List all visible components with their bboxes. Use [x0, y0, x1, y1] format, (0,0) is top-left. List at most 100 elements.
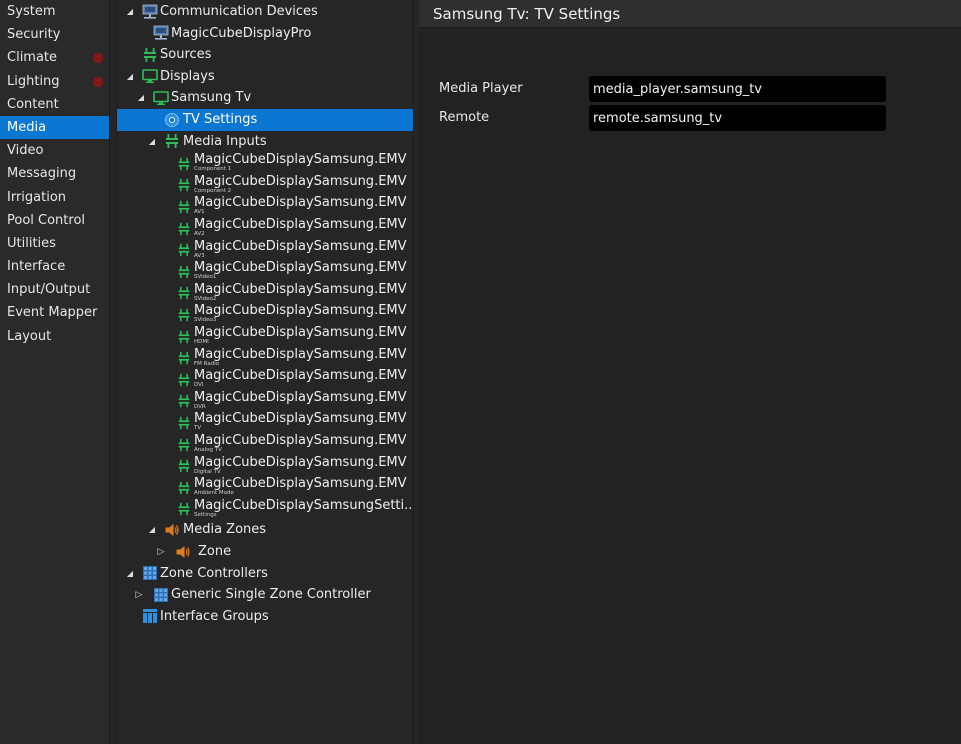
- grid-icon: [141, 565, 158, 582]
- nav-label: Event Mapper: [7, 305, 98, 321]
- nav-item-media[interactable]: Media: [0, 115, 109, 140]
- tree-node-tv-settings[interactable]: TV Settings: [117, 109, 413, 131]
- expand-arrow-icon[interactable]: ◢: [146, 136, 158, 148]
- media-player-input[interactable]: [589, 76, 886, 102]
- media-input-name: MagicCubeDisplaySamsung.EMV: [194, 476, 407, 492]
- nav-item-content[interactable]: Content: [0, 93, 109, 116]
- remote-label: Remote: [439, 110, 490, 125]
- media-input-name: MagicCubeDisplaySamsung.EMV: [194, 346, 407, 362]
- plug-icon: [175, 436, 192, 453]
- media-player-row: Media Player: [419, 76, 961, 102]
- nav-item-input-output[interactable]: Input/Output: [0, 278, 109, 301]
- nav-label: Climate: [7, 50, 58, 66]
- nav-item-security[interactable]: Security: [0, 23, 109, 46]
- tree-node-label: Samsung Tv: [171, 90, 252, 106]
- tree-node-media-zones[interactable]: ◢ Media Zones: [117, 519, 413, 541]
- expand-arrow-icon[interactable]: ◢: [124, 71, 136, 83]
- grid-icon: [152, 586, 169, 603]
- tree-node-label: Interface Groups: [160, 608, 269, 624]
- tree-node-media-input[interactable]: MagicCubeDisplaySamsung.EMV Ambient Mode: [117, 476, 413, 498]
- remote-input[interactable]: [589, 105, 886, 131]
- tree-node-zone-controllers[interactable]: ◢ Zone Controllers: [117, 563, 413, 585]
- collapsed-arrow-icon[interactable]: ▷: [155, 546, 167, 558]
- tree-node-zone[interactable]: ▷ Zone: [117, 541, 413, 563]
- nav-item-climate[interactable]: Climate: [0, 46, 109, 69]
- media-input-name: MagicCubeDisplaySamsung.EMV: [194, 368, 407, 384]
- media-input-label: AV3: [194, 252, 205, 259]
- tree-node-label: MagicCubeDisplayPro: [171, 25, 312, 41]
- nav-label: Irrigation: [7, 189, 67, 205]
- tree-node-media-input[interactable]: MagicCubeDisplaySamsung.EMV AV1: [117, 195, 413, 217]
- status-dot-icon: [93, 53, 103, 64]
- tree-node-generic-zone-controller[interactable]: ▷ Generic Single Zone Controller: [117, 584, 413, 606]
- media-input-label: Digital TV: [194, 468, 221, 475]
- tree-node-media-input[interactable]: MagicCubeDisplaySamsung.EMV Analog TV: [117, 433, 413, 455]
- nav-item-utilities[interactable]: Utilities: [0, 232, 109, 255]
- media-input-label: FM Radio: [194, 360, 220, 367]
- tree-node-media-input[interactable]: MagicCubeDisplaySamsung.EMV SVideo3: [117, 303, 413, 325]
- expand-arrow-icon[interactable]: ◢: [135, 92, 147, 104]
- media-input-name: MagicCubeDisplaySamsung.EMV: [194, 433, 407, 448]
- tree-node-displays[interactable]: ◢ Displays: [117, 66, 413, 88]
- tree-node-media-input[interactable]: MagicCubeDisplaySamsung.EMV SVideo2: [117, 282, 413, 304]
- tree-node-interface-groups[interactable]: Interface Groups: [117, 606, 413, 628]
- tree-node-media-input[interactable]: MagicCubeDisplaySamsung.EMV SVideo1: [117, 260, 413, 282]
- tree-node-media-input[interactable]: MagicCubeDisplaySamsung.EMV Digital TV: [117, 455, 413, 477]
- tree-node-media-input[interactable]: MagicCubeDisplaySamsung.EMV DVI: [117, 368, 413, 390]
- nav-item-event-mapper[interactable]: Event Mapper: [0, 301, 109, 324]
- nav-item-pool-control[interactable]: Pool Control: [0, 209, 109, 232]
- tree-node-sources[interactable]: Sources: [117, 44, 413, 66]
- plug-icon: [175, 458, 192, 475]
- speaker-icon: [163, 521, 180, 538]
- nav-item-irrigation[interactable]: Irrigation: [0, 186, 109, 209]
- nav-item-messaging[interactable]: Messaging: [0, 162, 109, 185]
- tree-node-media-input[interactable]: MagicCubeDisplaySamsungSetti... Settings: [117, 498, 413, 520]
- tree-node-communication-devices[interactable]: ◢ Communication Devices: [117, 1, 413, 23]
- nav-label: Pool Control: [7, 212, 86, 228]
- media-input-name: MagicCubeDisplaySamsung.EMV: [194, 152, 407, 168]
- nav-label: System: [7, 4, 56, 19]
- nav-item-layout[interactable]: Layout: [0, 325, 109, 348]
- plug-icon: [175, 350, 192, 367]
- media-input-label: Analog TV: [194, 447, 222, 453]
- tree-node-media-input[interactable]: MagicCubeDisplaySamsung.EMV Component 1: [117, 152, 413, 174]
- media-input-label: DVR: [194, 403, 206, 410]
- tree-node-label: Media Inputs: [183, 133, 267, 149]
- media-input-label: Settings: [194, 511, 217, 518]
- expand-arrow-icon[interactable]: ◢: [146, 524, 158, 536]
- tree-node-label: TV Settings: [183, 112, 258, 127]
- tree-node-media-inputs[interactable]: ◢ Media Inputs: [117, 131, 413, 153]
- plug-icon: [175, 414, 192, 431]
- tree-node-media-input[interactable]: MagicCubeDisplaySamsung.EMV DVR: [117, 389, 413, 412]
- media-input-name: MagicCubeDisplaySamsung.EMV: [194, 325, 407, 340]
- media-input-name: MagicCubeDisplaySamsung.EMV: [194, 389, 407, 405]
- nav-item-video[interactable]: Video: [0, 139, 109, 162]
- collapsed-arrow-icon[interactable]: ▷: [133, 589, 145, 601]
- nav-item-lighting[interactable]: Lighting: [0, 70, 109, 93]
- nav-item-interface[interactable]: Interface: [0, 255, 109, 278]
- tree-node-media-input[interactable]: MagicCubeDisplaySamsung.EMV FM Radio: [117, 346, 413, 369]
- plug-icon: [175, 155, 192, 172]
- nav-label: Media: [7, 119, 47, 135]
- plug-icon: [175, 393, 192, 410]
- plug-icon: [175, 242, 192, 259]
- speaker-icon: [174, 543, 191, 560]
- category-nav: System Security Climate Lighting Content…: [0, 0, 110, 744]
- tree-node-media-input[interactable]: MagicCubeDisplaySamsung.EMV TV: [117, 411, 413, 433]
- tree-node-magic-cube-display-pro[interactable]: MagicCubeDisplayPro: [117, 23, 413, 45]
- network-device-icon: [141, 3, 158, 20]
- plug-icon: [175, 501, 192, 518]
- media-input-name: MagicCubeDisplaySamsung.EMV: [194, 217, 407, 232]
- tree-node-media-input[interactable]: MagicCubeDisplaySamsung.EMV AV2: [117, 217, 413, 239]
- expand-arrow-icon[interactable]: ◢: [124, 568, 136, 580]
- media-input-label: Ambient Mode: [194, 490, 234, 497]
- tree-node-media-input[interactable]: MagicCubeDisplaySamsung.EMV Component 2: [117, 174, 413, 196]
- tree-node-label: Media Zones: [183, 522, 267, 538]
- tree-node-media-input[interactable]: MagicCubeDisplaySamsung.EMV HDMI: [117, 325, 413, 347]
- status-dot-icon: [93, 76, 103, 87]
- remote-row: Remote: [419, 105, 961, 131]
- tree-node-samsung-tv[interactable]: ◢ Samsung Tv: [117, 87, 413, 109]
- expand-arrow-icon[interactable]: ◢: [124, 6, 136, 18]
- tree-node-media-input[interactable]: MagicCubeDisplaySamsung.EMV AV3: [117, 239, 413, 261]
- nav-item-system[interactable]: System: [0, 0, 109, 23]
